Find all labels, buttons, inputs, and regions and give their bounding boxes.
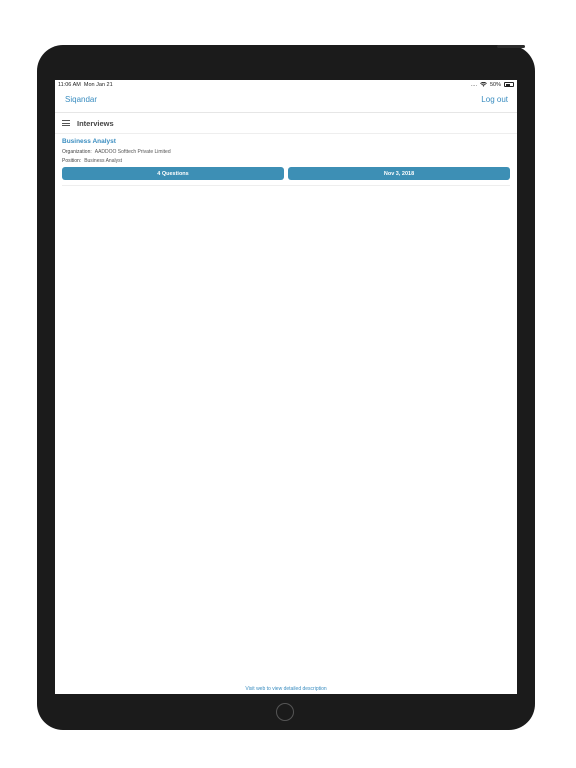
questions-button[interactable]: 4 Questions <box>62 167 284 180</box>
card-actions: 4 Questions Nov 3, 2018 <box>62 167 510 180</box>
interview-date-button[interactable]: Nov 3, 2018 <box>288 167 510 180</box>
position-row: Position: Business Analyst <box>62 158 510 164</box>
position-value: Business Analyst <box>84 158 122 164</box>
signal-dots: .... <box>470 81 477 88</box>
status-time: 11:06 AM <box>58 82 81 88</box>
position-label: Position: <box>62 158 82 164</box>
page-title: Interviews <box>77 118 114 128</box>
home-button[interactable] <box>276 703 294 721</box>
visit-web-link[interactable]: Visit web to view detailed description <box>55 686 517 692</box>
battery-fill <box>505 83 510 86</box>
status-time-date: 11:06 AM Mon Jan 21 <box>58 82 113 88</box>
navigation-bar: Siqandar Log out <box>55 90 517 113</box>
battery-icon <box>504 82 514 87</box>
app-screen: 11:06 AM Mon Jan 21 .... 50% Siqandar Lo… <box>55 80 517 694</box>
status-bar: 11:06 AM Mon Jan 21 .... 50% <box>55 80 517 90</box>
wifi-icon <box>480 82 487 87</box>
status-date: Mon Jan 21 <box>83 82 113 88</box>
logout-button[interactable]: Log out <box>481 95 508 104</box>
camera-notch <box>497 45 525 48</box>
interview-card: Business Analyst Organization: AADDOO Sof… <box>62 138 510 186</box>
battery-percent: 50% <box>489 81 501 88</box>
hamburger-menu-icon[interactable] <box>62 120 70 126</box>
organization-label: Organization: <box>62 149 92 155</box>
organization-row: Organization: AADDOO Softtech Private Lim… <box>62 149 510 155</box>
tablet-frame: 11:06 AM Mon Jan 21 .... 50% Siqandar Lo… <box>37 45 535 730</box>
status-indicators: .... 50% <box>471 82 514 88</box>
organization-value: AADDOO Softtech Private Limited <box>94 149 171 155</box>
card-divider <box>62 185 510 186</box>
interview-title[interactable]: Business Analyst <box>62 138 510 145</box>
section-header: Interviews <box>55 113 517 134</box>
user-name-link[interactable]: Siqandar <box>65 95 97 104</box>
